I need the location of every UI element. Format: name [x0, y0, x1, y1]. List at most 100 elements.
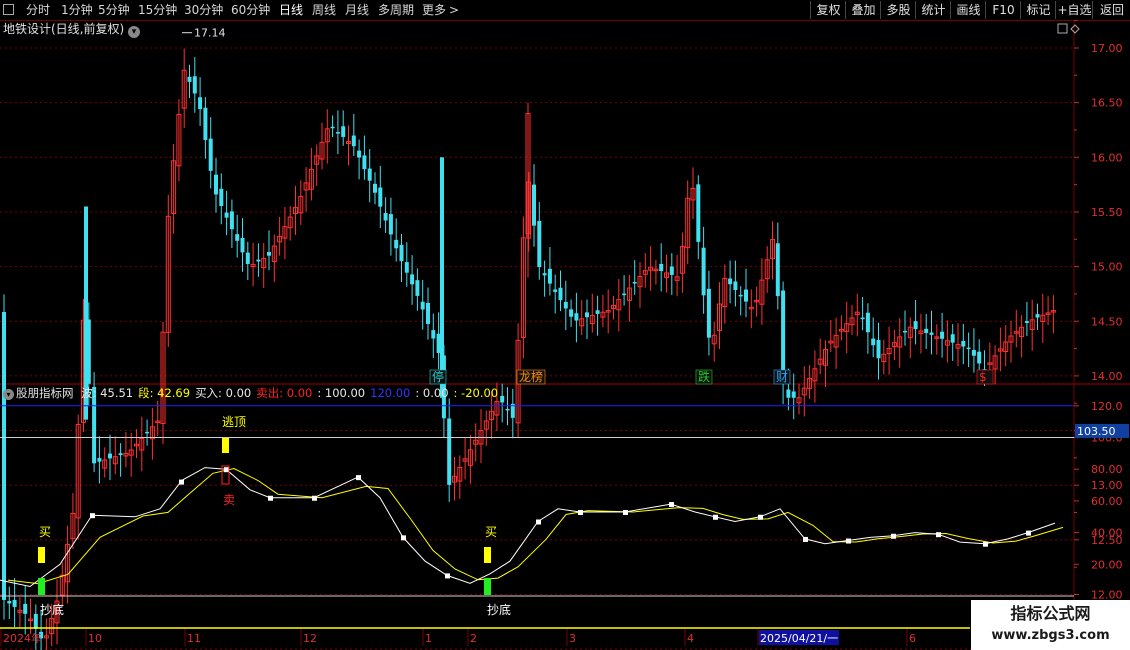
candle-body-down	[786, 389, 791, 398]
candle-body-down	[913, 321, 918, 330]
candle-body-down	[420, 301, 425, 310]
candle-body-down	[362, 155, 367, 170]
candle-body-down	[728, 278, 733, 285]
wave-node	[891, 533, 896, 539]
candle-body-down	[118, 453, 123, 456]
candle-body-down	[744, 289, 748, 302]
buy-bar-2	[484, 547, 491, 563]
candle-body-down	[23, 603, 28, 614]
escape-top-label: 逃顶	[222, 415, 246, 429]
wave-node	[356, 475, 361, 481]
date-axis-label: 2024年	[3, 631, 42, 645]
wave-node	[401, 535, 406, 541]
candle-body-down	[192, 76, 197, 94]
price-axis-label: 16.50	[1091, 97, 1123, 110]
wave-node	[312, 495, 317, 501]
date-axis-label: 6	[909, 632, 916, 645]
candle-body-down	[357, 150, 362, 158]
candle-body-down	[585, 312, 589, 318]
candle-body-down	[245, 252, 250, 264]
indicator-name[interactable]: 股朋指标网	[16, 386, 74, 400]
candle-body-down	[733, 281, 738, 290]
price-axis-label: 15.50	[1091, 206, 1123, 219]
wave-node	[445, 573, 450, 579]
candle-body-down	[966, 347, 971, 350]
indicator-readout-5: 120.00	[370, 386, 411, 400]
candle-body-down	[1024, 321, 1029, 323]
candle-body-down	[229, 211, 234, 230]
indicator-toggle-icon[interactable]: ▾	[3, 389, 14, 400]
indicator-readout-2: 买入: 0.00	[195, 386, 252, 400]
candle-body-down	[903, 330, 907, 333]
candle-body-down	[267, 252, 271, 256]
candle-body-down	[775, 243, 780, 297]
candle-body-down	[659, 263, 664, 272]
date-axis-label: 2	[470, 632, 477, 645]
indicator-axis-label: 20.00	[1091, 558, 1123, 571]
wave-node	[983, 541, 988, 547]
indicator-readout-0: 波: 45.51	[81, 386, 134, 400]
event-marker-label: 龙榜	[519, 369, 543, 384]
candle-body-down	[876, 339, 881, 359]
candle-body-down	[440, 157, 444, 398]
candle-body-down	[235, 234, 240, 241]
event-marker-label: 停	[432, 369, 444, 384]
segment-line	[7, 467, 1064, 585]
indicator-axis-label: 60.00	[1091, 495, 1123, 508]
event-marker-label: 财	[776, 370, 788, 384]
candle-body-down	[447, 418, 452, 485]
candle-body-down	[738, 294, 743, 297]
candle-body-down	[701, 247, 706, 296]
candle-body-down	[505, 408, 510, 411]
candle-body-down	[373, 183, 377, 193]
candle-body-down	[961, 340, 966, 347]
candle-body-down	[378, 187, 383, 207]
date-axis-label: 2025/04/21/一	[760, 632, 838, 645]
watermark-title: 指标公式网	[1010, 604, 1091, 623]
candle-body-down	[33, 613, 38, 629]
candle-body-down	[547, 268, 552, 284]
candle-body-down	[924, 328, 929, 333]
candle-body-down	[632, 281, 637, 284]
candle-body-down	[208, 138, 213, 171]
watermark-url: www.zbgs3.com	[991, 628, 1110, 643]
bottom-bar-2	[484, 578, 491, 595]
candle-body-down	[940, 331, 945, 339]
candle-body-down	[97, 458, 102, 462]
wave-node	[536, 519, 541, 525]
bottom-bar-1	[38, 578, 45, 595]
indicator-readout-6: : 0.00	[415, 386, 449, 400]
candle-body-down	[410, 274, 415, 285]
candle-body-down	[351, 135, 356, 147]
wave-node	[803, 536, 808, 542]
candle-body-down	[404, 262, 409, 273]
wave-node	[936, 532, 941, 538]
wave-node	[179, 479, 184, 485]
candle-body-down	[860, 317, 865, 320]
candle-body-down	[574, 313, 579, 321]
date-axis-label: 4	[687, 632, 694, 645]
candle-body-down	[383, 212, 388, 221]
candle-body-down	[971, 350, 976, 356]
candle-body-down	[256, 259, 261, 262]
candle-body-down	[558, 287, 563, 301]
candle-body-down	[219, 188, 224, 207]
high-price-label: 17.14	[194, 27, 226, 40]
diamond-icon	[1070, 24, 1080, 34]
candle-body-down	[240, 237, 245, 253]
candle-body-down	[537, 220, 542, 268]
candle-body-down	[388, 214, 393, 235]
candle-body-down	[198, 97, 203, 110]
candle-body-down	[542, 273, 547, 276]
date-axis-label: 11	[187, 632, 201, 645]
candle-body-down	[865, 312, 870, 333]
candle-body-down	[341, 126, 346, 137]
date-axis-label: 10	[88, 632, 102, 645]
indicator-axis-label: 80.00	[1091, 463, 1123, 476]
indicator-header: ▾ 股朋指标网 波: 45.51 段: 42.69 买入: 0.00 卖出: 0.00:…	[3, 386, 508, 400]
indicator-readout-7: : -20.00	[453, 386, 499, 400]
date-axis-label: 1	[425, 632, 432, 645]
wave-node	[846, 538, 851, 544]
indicator-readout-3: 卖出: 0.00	[256, 386, 313, 400]
candle-body-down	[950, 334, 955, 343]
